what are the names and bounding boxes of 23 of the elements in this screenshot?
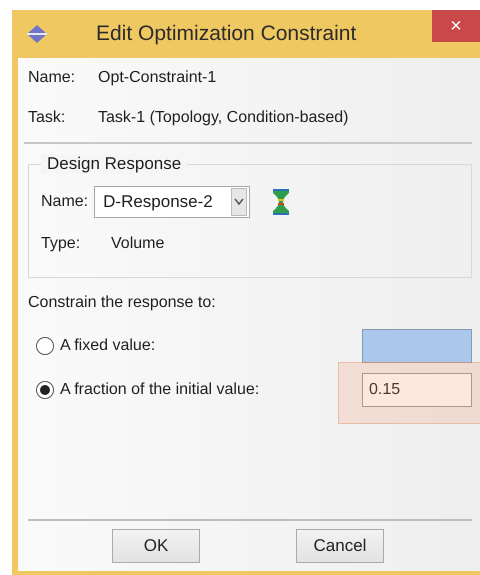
window-title: Edit Optimization Constraint — [96, 22, 356, 46]
option-label: A fraction of the initial value: — [60, 381, 260, 399]
radio-button[interactable] — [36, 381, 54, 399]
option-label: A fixed value: — [60, 337, 156, 355]
type-value: Volume — [111, 235, 164, 253]
field-value: Task-1 (Topology, Condition-based) — [98, 109, 348, 127]
cancel-button[interactable]: Cancel — [296, 529, 384, 563]
input-field[interactable]: 0.15 — [362, 373, 472, 407]
field-value: Opt-Constraint-1 — [98, 69, 216, 87]
response-dropdown[interactable]: D-Response-2 — [94, 186, 250, 218]
input-field[interactable] — [362, 329, 472, 363]
field-label: Name: — [28, 69, 76, 87]
section-label: Constrain the response to: — [28, 294, 217, 313]
close-button[interactable]: × — [432, 10, 480, 42]
caret-icon — [231, 188, 248, 216]
ok-button[interactable]: OK — [112, 529, 200, 563]
radio-button[interactable] — [36, 337, 54, 355]
group-title: Design Response — [41, 154, 188, 174]
diamond-icon — [26, 24, 48, 44]
name-label: Name: — [41, 193, 88, 211]
field-label: Task: — [28, 109, 66, 127]
type-label: Type: — [41, 235, 82, 253]
hourglass-icon[interactable] — [272, 187, 290, 217]
